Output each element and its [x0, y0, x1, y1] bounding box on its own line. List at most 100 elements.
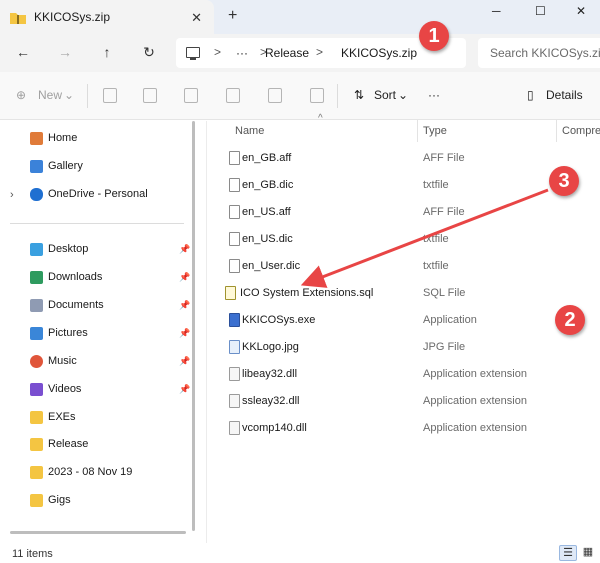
file-row[interactable]: en_User.dic txtfile [207, 253, 600, 280]
pin-icon[interactable]: 📌 [179, 328, 190, 339]
breadcrumb-more[interactable]: ··· [236, 46, 248, 60]
sidebar-item-desktop[interactable]: Desktop 📌 [0, 238, 197, 262]
file-row[interactable]: libeay32.dll Application extension [207, 361, 600, 388]
pin-icon[interactable]: 📌 [179, 244, 190, 255]
sql-file-icon [225, 286, 236, 300]
forward-button[interactable]: → [56, 44, 74, 60]
sidebar-item-videos[interactable]: Videos 📌 [0, 378, 197, 402]
zip-folder-icon [10, 12, 26, 24]
annotation-badge-2: 2 [555, 305, 585, 335]
back-button[interactable]: ← [14, 44, 32, 60]
dll-icon [229, 394, 240, 408]
sidebar-item-label: Home [48, 132, 78, 144]
new-tab-button[interactable]: + [228, 7, 237, 25]
file-row[interactable]: KKICOSys.exe Application [207, 307, 600, 334]
sidebar-item-music[interactable]: Music 📌 [0, 350, 197, 374]
gallery-icon [30, 160, 43, 173]
sidebar-vertical-scrollbar[interactable] [192, 121, 195, 531]
pin-icon[interactable]: 📌 [179, 300, 190, 311]
details-button[interactable]: Details [546, 88, 583, 102]
cut-icon[interactable] [103, 88, 117, 103]
file-row[interactable]: en_US.aff AFF File [207, 199, 600, 226]
column-header-type[interactable]: Type [423, 125, 447, 137]
sidebar-item-label: Pictures [48, 327, 88, 339]
file-icon [229, 178, 240, 192]
copy-icon[interactable] [143, 88, 157, 103]
file-row[interactable]: vcomp140.dll Application extension [207, 415, 600, 442]
file-row[interactable]: ICO System Extensions.sql SQL File [207, 280, 600, 307]
breadcrumb-separator: > [214, 45, 222, 59]
share-icon[interactable] [268, 88, 282, 103]
column-divider[interactable] [556, 120, 557, 142]
column-header-compressed-size[interactable]: Compre [562, 125, 600, 137]
breadcrumb-release[interactable]: Release [265, 46, 309, 60]
tab-kkicosys-zip[interactable]: KKICOSys.zip ✕ [0, 0, 214, 34]
navigation-pane: Home Gallery › OneDrive - Personal Deskt… [0, 121, 197, 543]
delete-icon[interactable] [310, 88, 324, 103]
sidebar-item-gigs[interactable]: Gigs [0, 489, 197, 513]
file-name: KKICOSys.exe [242, 314, 316, 326]
sidebar-item-release[interactable]: Release [0, 433, 197, 457]
image-file-icon [229, 340, 240, 354]
sidebar-item-label: 2023 - 08 Nov 19 [48, 466, 133, 478]
file-type: JPG File [423, 341, 466, 353]
chevron-down-icon: ⌄ [398, 88, 409, 102]
file-name: en_US.dic [242, 233, 293, 245]
minimize-button[interactable]: ─ [492, 4, 501, 18]
sidebar-item-onedrive[interactable]: › OneDrive - Personal [0, 183, 197, 207]
sidebar-item-label: Release [48, 438, 89, 450]
home-icon [30, 132, 43, 145]
pin-icon[interactable]: 📌 [179, 356, 190, 367]
sidebar-item-home[interactable]: Home [0, 127, 197, 151]
more-options-button[interactable]: ··· [428, 88, 440, 102]
file-row[interactable]: en_GB.aff AFF File [207, 145, 600, 172]
sidebar-item-documents[interactable]: Documents 📌 [0, 294, 197, 318]
tab-strip: KKICOSys.zip ✕ + ─ ☐ ✕ [0, 0, 600, 34]
command-bar: ⊕ New ⌄ ⇅ Sort ⌄ ··· ▯ Details [0, 72, 600, 120]
sidebar-item-gallery[interactable]: Gallery [0, 155, 197, 179]
sidebar-item-pictures[interactable]: Pictures 📌 [0, 322, 197, 346]
tab-close-icon[interactable]: ✕ [191, 10, 202, 26]
new-button[interactable]: New [38, 88, 62, 102]
expand-chevron-icon[interactable]: › [10, 189, 14, 201]
address-row: ← → ↑ ↻ > ··· > Release > KKICOSys.zip S… [0, 34, 600, 72]
column-header-name[interactable]: Name [235, 125, 264, 137]
file-type: AFF File [423, 206, 465, 218]
refresh-button[interactable]: ↻ [140, 44, 158, 61]
paste-icon[interactable] [184, 88, 198, 103]
file-name: en_GB.dic [242, 179, 294, 191]
file-row[interactable]: KKLogo.jpg JPG File [207, 334, 600, 361]
sidebar-horizontal-scrollbar[interactable] [10, 531, 186, 534]
sidebar-item-2023-08-nov-19[interactable]: 2023 - 08 Nov 19 [0, 461, 197, 485]
sidebar-item-exes[interactable]: EXEs [0, 406, 197, 430]
close-window-button[interactable]: ✕ [576, 4, 586, 18]
up-button[interactable]: ↑ [98, 44, 116, 60]
details-pane-icon: ▯ [527, 88, 534, 102]
file-icon [229, 151, 240, 165]
maximize-button[interactable]: ☐ [535, 4, 546, 18]
breadcrumb-kkicosys-zip[interactable]: KKICOSys.zip [341, 46, 417, 60]
sidebar-item-label: OneDrive - Personal [48, 188, 148, 200]
pin-icon[interactable]: 📌 [179, 272, 190, 283]
command-divider [87, 84, 88, 108]
file-icon [229, 205, 240, 219]
rename-icon[interactable] [226, 88, 240, 103]
folder-icon [30, 438, 43, 451]
folder-icon [30, 494, 43, 507]
details-view-button[interactable]: ☰ [559, 545, 577, 561]
folder-icon [30, 466, 43, 479]
breadcrumb-separator: > [316, 45, 324, 59]
column-divider[interactable] [417, 120, 418, 142]
command-divider [337, 84, 338, 108]
file-row[interactable]: en_US.dic txtfile [207, 226, 600, 253]
sort-button[interactable]: Sort [374, 88, 396, 102]
tab-title: KKICOSys.zip [34, 10, 111, 24]
file-name: vcomp140.dll [242, 422, 307, 434]
search-input[interactable]: Search KKICOSys.zip [478, 38, 600, 68]
pin-icon[interactable]: 📌 [179, 384, 190, 395]
file-row[interactable]: ssleay32.dll Application extension [207, 388, 600, 415]
file-row[interactable]: en_GB.dic txtfile [207, 172, 600, 199]
tiles-view-button[interactable]: ▦ [579, 545, 597, 561]
sidebar-item-label: EXEs [48, 411, 76, 423]
sidebar-item-downloads[interactable]: Downloads 📌 [0, 266, 197, 290]
